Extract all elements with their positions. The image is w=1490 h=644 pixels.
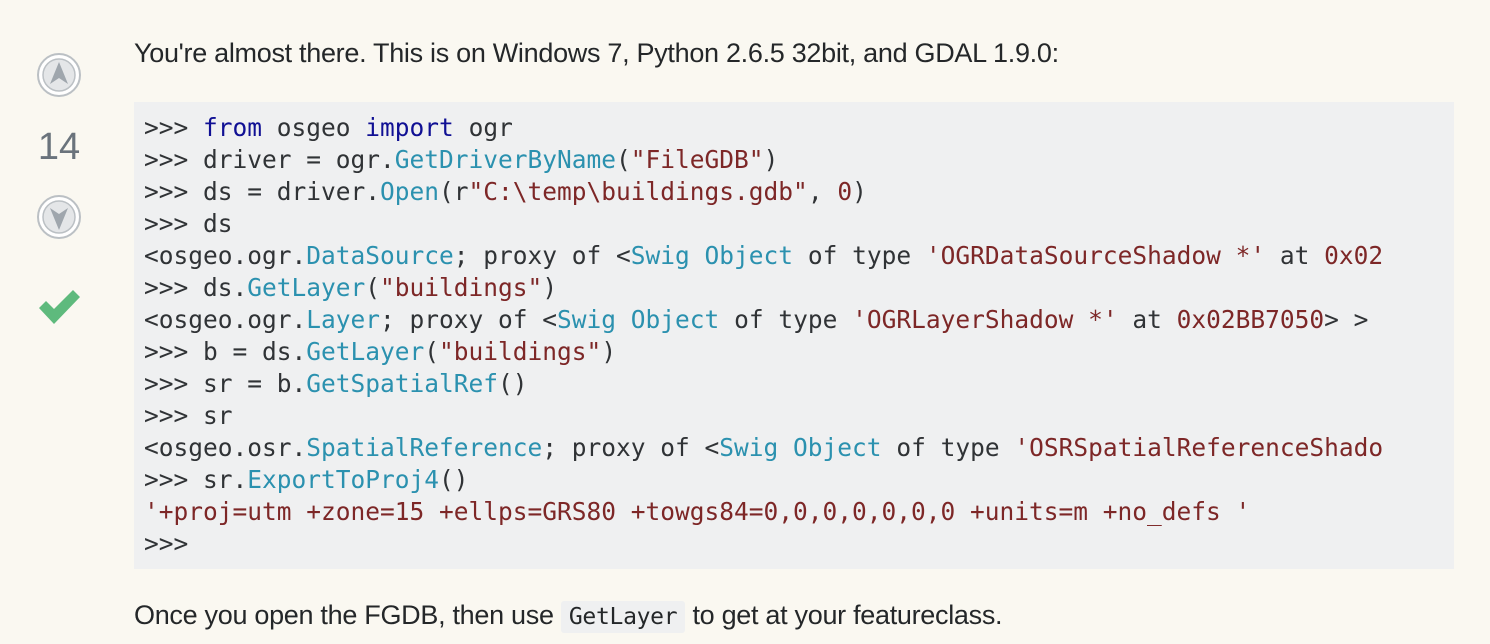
code-line: <osgeo.osr.SpatialReference; proxy of <S… <box>144 433 1383 462</box>
code-token: >>> <box>144 113 204 142</box>
code-token: 'OGRDataSourceShadow *' <box>925 241 1266 270</box>
code-token: >>> b = ds. <box>144 337 307 366</box>
code-token: ogr <box>453 113 513 142</box>
code-token: ; proxy of < <box>542 433 720 462</box>
code-token: Swig Object <box>719 433 882 462</box>
outro-text-before: Once you open the FGDB, then use <box>134 600 561 630</box>
code-token: ) <box>601 337 617 366</box>
code-token: GetLayer <box>247 273 366 302</box>
code-token: ExportToProj4 <box>247 465 440 494</box>
code-token: >>> sr. <box>144 465 248 494</box>
code-token: >>> <box>144 529 189 558</box>
code-token: at <box>1117 305 1177 334</box>
downvote-button[interactable] <box>36 194 82 240</box>
code-token: ( <box>424 337 440 366</box>
code-token: of type <box>881 433 1015 462</box>
arrow-up-circle-icon <box>37 53 81 97</box>
code-line: >>> sr <box>144 401 233 430</box>
code-token: >>> sr <box>144 401 233 430</box>
vote-cell: 14 <box>0 0 118 644</box>
code-token: ) <box>542 273 558 302</box>
code-token: "FileGDB" <box>630 145 764 174</box>
code-token: () <box>498 369 528 398</box>
code-token: GetLayer <box>306 337 425 366</box>
code-token: ) <box>763 145 779 174</box>
code-token: osgeo <box>262 113 366 142</box>
code-line: <osgeo.ogr.Layer; proxy of <Swig Object … <box>144 305 1368 334</box>
code-token: Layer <box>306 305 381 334</box>
code-token: ) <box>852 177 867 206</box>
accepted-answer-mark <box>36 284 82 330</box>
code-token: from <box>203 113 263 142</box>
code-line: >>> ds.GetLayer("buildings") <box>144 273 557 302</box>
code-line: >>> from osgeo import ogr <box>144 113 513 142</box>
code-token: Open <box>380 177 440 206</box>
code-token: Swig Object <box>630 241 794 270</box>
code-token: ( <box>616 145 631 174</box>
code-token: DataSource <box>306 241 454 270</box>
code-line: >>> sr = b.GetSpatialRef() <box>144 369 528 398</box>
code-token: <osgeo.ogr. <box>144 305 307 334</box>
code-token: '+proj=utm +zone=15 +ellps=GRS80 +towgs8… <box>144 497 1251 526</box>
arrow-down-circle-icon <box>37 195 81 239</box>
code-line: <osgeo.ogr.DataSource; proxy of <Swig Ob… <box>144 241 1383 270</box>
code-token: <osgeo.ogr. <box>144 241 307 270</box>
code-token: 'OSRSpatialReferenceShado <box>1014 433 1384 462</box>
code-token: import <box>365 113 454 142</box>
code-token: SpatialReference <box>306 433 543 462</box>
code-token: ( <box>365 273 381 302</box>
code-token: (r <box>439 177 469 206</box>
code-token: 0 <box>837 177 853 206</box>
answer-outro-text: Once you open the FGDB, then use GetLaye… <box>134 596 1003 636</box>
code-token: > > <box>1324 305 1369 334</box>
code-token: Swig Object <box>557 305 720 334</box>
code-line: >>> sr.ExportToProj4() <box>144 465 469 494</box>
code-token: ; proxy of < <box>380 305 558 334</box>
code-token: >>> sr = b. <box>144 369 307 398</box>
code-token: ; proxy of < <box>453 241 631 270</box>
code-token: >>> ds <box>144 209 233 238</box>
code-token: of type <box>793 241 926 270</box>
code-token: >>> ds = driver. <box>144 177 381 206</box>
code-token: >>> ds. <box>144 273 248 302</box>
code-block: >>> from osgeo import ogr >>> driver = o… <box>134 102 1454 569</box>
code-token: 'OGRLayerShadow *' <box>852 305 1118 334</box>
code-line: >>> driver = ogr.GetDriverByName("FileGD… <box>144 145 778 174</box>
code-token: "C:\temp\buildings.gdb" <box>468 177 808 206</box>
code-token: GetDriverByName <box>394 145 617 174</box>
code-token: "buildings" <box>439 337 602 366</box>
code-token: >>> driver = ogr. <box>144 145 395 174</box>
upvote-button[interactable] <box>36 52 82 98</box>
checkmark-icon <box>39 290 80 324</box>
code-token: GetSpatialRef <box>306 369 499 398</box>
code-token: of type <box>719 305 853 334</box>
code-token: at <box>1265 241 1325 270</box>
code-token: 0x02 <box>1324 241 1384 270</box>
code-token: () <box>439 465 469 494</box>
code-line: >>> b = ds.GetLayer("buildings") <box>144 337 616 366</box>
outro-text-after: to get at your featureclass. <box>685 600 1003 630</box>
answer-intro-text: You're almost there. This is on Windows … <box>134 38 1059 68</box>
code-token: 0x02BB7050 <box>1176 305 1325 334</box>
code-line: '+proj=utm +zone=15 +ellps=GRS80 +towgs8… <box>144 497 1250 526</box>
code-token: <osgeo.osr. <box>144 433 307 462</box>
vote-count: 14 <box>37 126 81 168</box>
code-line: >>> ds <box>144 209 233 238</box>
code-token: , <box>807 177 838 206</box>
code-token: "buildings" <box>380 273 543 302</box>
code-content: >>> from osgeo import ogr >>> driver = o… <box>134 102 1454 560</box>
code-line: >>> ds = driver.Open(r"C:\temp\buildings… <box>144 177 867 206</box>
inline-code-getlayer: GetLayer <box>560 601 686 633</box>
code-line: >>> <box>144 529 188 558</box>
